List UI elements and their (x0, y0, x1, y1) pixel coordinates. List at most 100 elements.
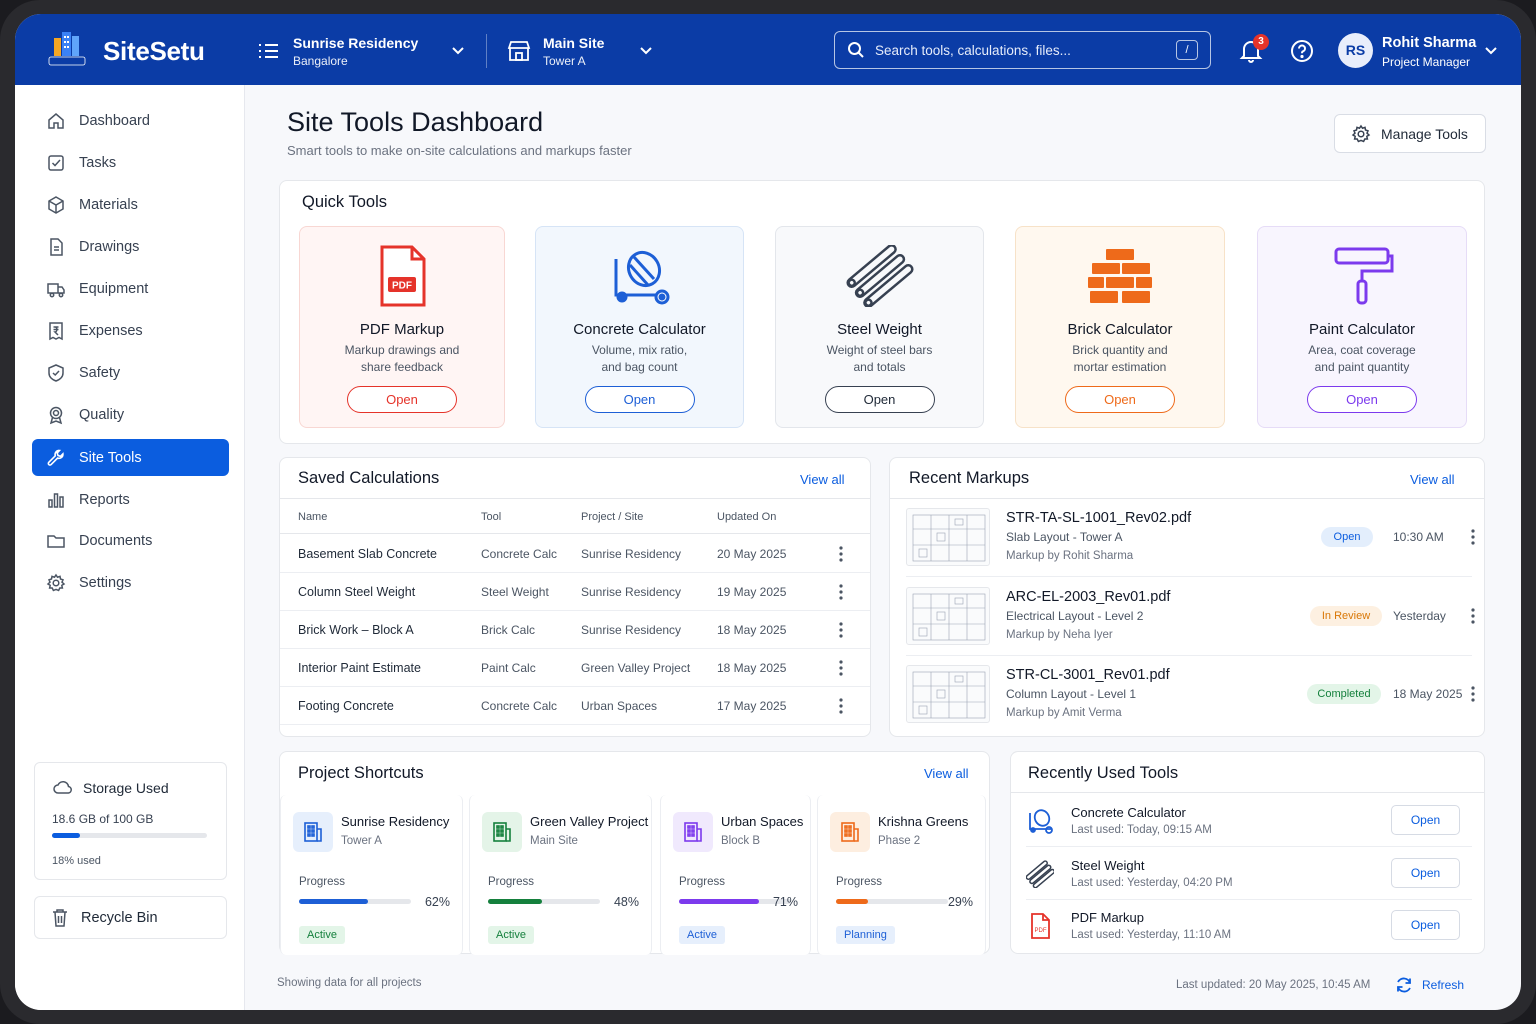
refresh-button[interactable]: Refresh (1395, 976, 1464, 994)
avatar[interactable]: RS (1338, 33, 1373, 68)
saved-calculations-view-all-link[interactable]: View all (800, 472, 845, 487)
recent-markups-view-all-link[interactable]: View all (1410, 472, 1455, 487)
search-bar[interactable]: Search tools, calculations, files... / (834, 31, 1211, 69)
badge-icon (49, 406, 63, 424)
sidebar-item-safety[interactable]: Safety (32, 354, 229, 391)
quick-tools-title: Quick Tools (302, 193, 387, 211)
tool-card-paint-calculator[interactable]: Paint Calculator Area, coat coverage and … (1257, 226, 1467, 428)
site-selector[interactable]: Main Site Tower A (507, 32, 657, 70)
sidebar-item-tasks[interactable]: Tasks (32, 144, 229, 181)
tool-card-brick-calculator[interactable]: Brick Calculator Brick quantity and morta… (1015, 226, 1225, 428)
search-input[interactable]: Search tools, calculations, files... (875, 43, 1176, 58)
list-item[interactable]: ARC-EL-2003_Rev01.pdf Electrical Layout -… (906, 585, 1475, 663)
user-menu[interactable]: Rohit Sharma Project Manager (1382, 35, 1476, 69)
sidebar-item-equipment[interactable]: Equipment (32, 270, 229, 307)
more-options-icon[interactable] (839, 546, 843, 562)
markup-file-name[interactable]: STR-CL-3001_Rev01.pdf (1006, 667, 1170, 683)
more-options-icon[interactable] (1471, 686, 1475, 702)
more-options-icon[interactable] (839, 660, 843, 676)
tool-name: PDF Markup (359, 321, 445, 338)
sidebar-item-settings[interactable]: Settings (32, 564, 229, 601)
table-row[interactable]: Basement Slab Concrete Concrete Calc Sunri… (280, 535, 870, 573)
more-options-icon[interactable] (1471, 607, 1475, 624)
sidebar-item-label: Site Tools (79, 449, 142, 466)
tool-name: Brick Calculator (1067, 321, 1173, 338)
progress-bar (836, 899, 948, 904)
markup-file-name[interactable]: STR-TA-SL-1001_Rev02.pdf (1006, 510, 1191, 526)
chevron-down-icon[interactable] (1484, 46, 1498, 56)
project-shortcut-card[interactable]: Sunrise Residency Tower A Progress 62% Activ… (280, 795, 463, 955)
wrench-icon (47, 449, 64, 466)
open-brick-calculator-button[interactable]: Open (1065, 386, 1175, 413)
chevron-down-icon[interactable] (639, 46, 653, 56)
sidebar-item-label: Reports (79, 491, 130, 508)
table-row[interactable]: Brick Work – Block A Brick Calc Sunrise Re… (280, 611, 870, 649)
more-options-icon[interactable] (1471, 529, 1475, 545)
trash-icon (53, 908, 67, 927)
status-badge: Active (679, 926, 725, 944)
sitesetu-logo-icon (48, 32, 86, 66)
project-shortcuts-view-all-link[interactable]: View all (924, 766, 969, 781)
divider (906, 654, 1472, 656)
sidebar-item-documents[interactable]: Documents (32, 522, 229, 559)
file-icon (50, 237, 63, 256)
manage-tools-button[interactable]: Manage Tools (1334, 114, 1486, 153)
divider (906, 576, 1472, 577)
open-paint-calculator-button[interactable]: Open (1307, 386, 1417, 413)
help-icon[interactable] (1290, 39, 1314, 63)
project-shortcut-card[interactable]: Green Valley Project Main Site Progress 48%… (469, 795, 652, 955)
project-site: Tower A (341, 835, 382, 847)
more-options-icon[interactable] (839, 698, 843, 714)
list-item[interactable]: STR-TA-SL-1001_Rev02.pdf Slab Layout - To… (906, 506, 1475, 584)
storage-amount: 18.6 GB of 100 GB (52, 812, 154, 826)
open-steel-weight-button[interactable]: Open (824, 386, 935, 413)
tool-card-concrete-calculator[interactable]: Concrete Calculator Volume, mix ratio, an… (535, 226, 744, 428)
drawing-thumbnail (906, 586, 990, 645)
table-cell-updated: 18 May 2025 (717, 661, 787, 675)
table-row[interactable]: Column Steel Weight Steel Weight Sunrise R… (280, 573, 870, 611)
recycle-bin-button[interactable]: Recycle Bin (34, 896, 227, 939)
project-selector[interactable]: Sunrise Residency Bangalore (257, 32, 467, 70)
project-shortcut-card[interactable]: Urban Spaces Block B Progress 71% Active (660, 795, 811, 955)
table-row[interactable]: Interior Paint Estimate Paint Calc Green V… (280, 649, 870, 687)
sidebar-item-drawings[interactable]: Drawings (32, 228, 229, 265)
more-options-icon[interactable] (839, 622, 843, 638)
building-icon (293, 812, 333, 852)
open-concrete-calculator-button[interactable]: Open (584, 386, 695, 413)
pdf-file-icon: PDF (1026, 912, 1054, 940)
sidebar-item-reports[interactable]: Reports (32, 481, 229, 518)
building-icon (482, 812, 522, 852)
markup-time: 18 May 2025 (1393, 687, 1463, 701)
open-tool-button[interactable]: Open (1391, 857, 1460, 888)
sidebar-item-expenses[interactable]: Expenses (32, 312, 229, 349)
table-cell-name: Brick Work – Block A (298, 623, 414, 637)
progress-bar (488, 899, 600, 904)
building-icon (830, 812, 870, 852)
recycle-bin-label: Recycle Bin (81, 909, 158, 926)
storage-percent: 18% used (52, 855, 101, 867)
divider (890, 498, 1484, 499)
more-options-icon[interactable] (839, 584, 843, 600)
tool-description: Markup drawings and share feedback (344, 343, 460, 374)
open-pdf-markup-button[interactable]: Open (347, 386, 457, 413)
markup-time: 10:30 AM (1393, 530, 1444, 544)
project-shortcut-card[interactable]: Krishna Greens Phase 2 Progress 29% Planning (817, 795, 986, 955)
sidebar-item-materials[interactable]: Materials (32, 186, 229, 223)
open-tool-button[interactable]: Open (1391, 805, 1460, 835)
table-cell-project: Sunrise Residency (581, 585, 682, 599)
home-icon (48, 112, 64, 129)
tool-card-steel-weight[interactable]: Steel Weight Weight of steel bars and tot… (775, 226, 984, 428)
box-icon (48, 195, 64, 214)
menu-icon[interactable] (257, 42, 279, 60)
concrete-mixer-icon (1026, 807, 1054, 835)
sidebar-item-quality[interactable]: Quality (32, 396, 229, 433)
sidebar-item-dashboard[interactable]: Dashboard (32, 102, 229, 139)
markup-file-name[interactable]: ARC-EL-2003_Rev01.pdf (1006, 589, 1170, 605)
chevron-down-icon[interactable] (451, 46, 465, 56)
table-row[interactable]: Footing Concrete Concrete Calc Urban Space… (280, 687, 870, 725)
list-item[interactable]: STR-CL-3001_Rev01.pdf Column Layout - Lev… (906, 663, 1475, 741)
status-badge: Open (1321, 527, 1373, 547)
open-tool-button[interactable]: Open (1391, 910, 1460, 940)
sidebar-item-site-tools[interactable]: Site Tools (32, 439, 229, 476)
tool-card-pdf-markup[interactable]: PDF PDF Markup Markup drawings and share … (299, 226, 505, 428)
